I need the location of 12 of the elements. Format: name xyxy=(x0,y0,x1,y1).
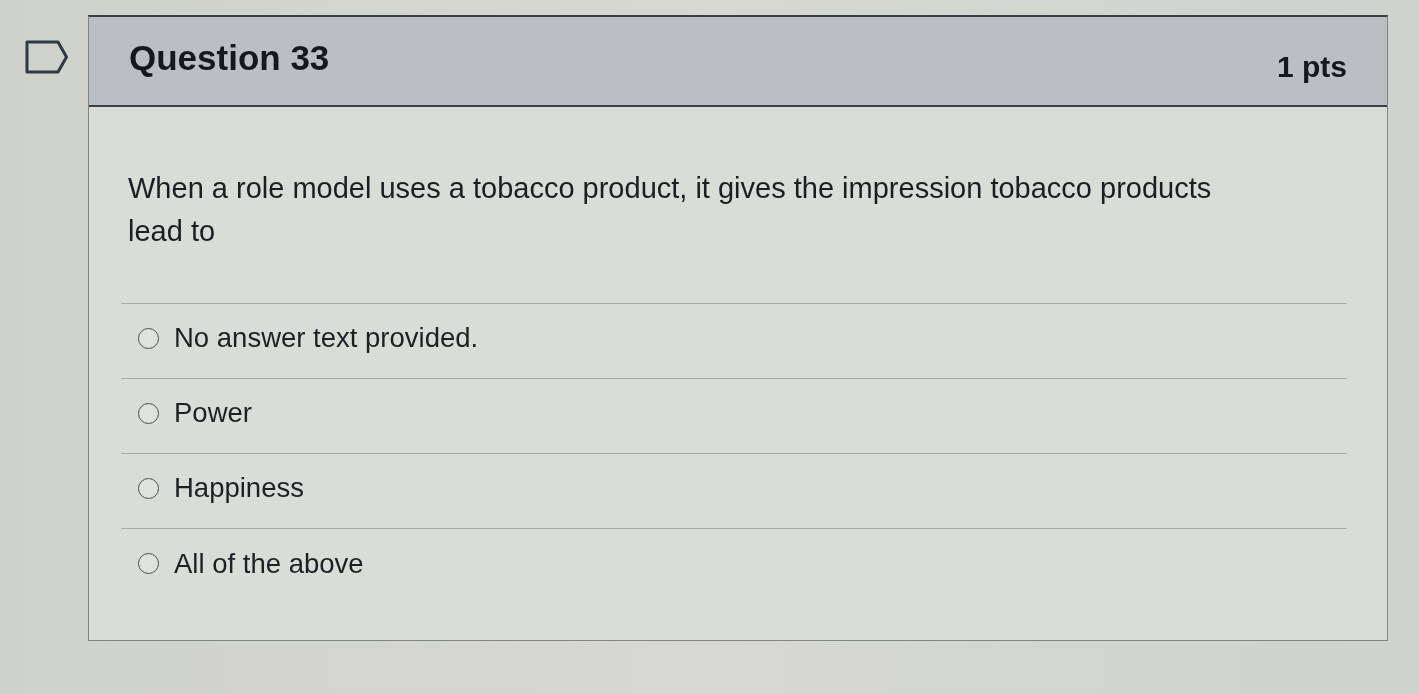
answer-label[interactable]: No answer text provided. xyxy=(174,321,479,355)
answer-label[interactable]: All of the above xyxy=(174,546,364,581)
points-label: 1 pts xyxy=(1276,49,1347,85)
question-text: When a role model uses a tobacco product, it gives the impression tobacco products lead to xyxy=(128,171,1213,249)
radio-button[interactable] xyxy=(138,477,159,499)
radio-button[interactable] xyxy=(138,327,159,349)
answer-label[interactable]: Happiness xyxy=(174,471,304,505)
question-title: Question 33 xyxy=(129,37,330,79)
flag-icon[interactable] xyxy=(25,40,69,74)
radio-button[interactable] xyxy=(138,553,159,574)
answer-label[interactable]: Power xyxy=(174,396,252,430)
radio-button[interactable] xyxy=(138,402,159,424)
